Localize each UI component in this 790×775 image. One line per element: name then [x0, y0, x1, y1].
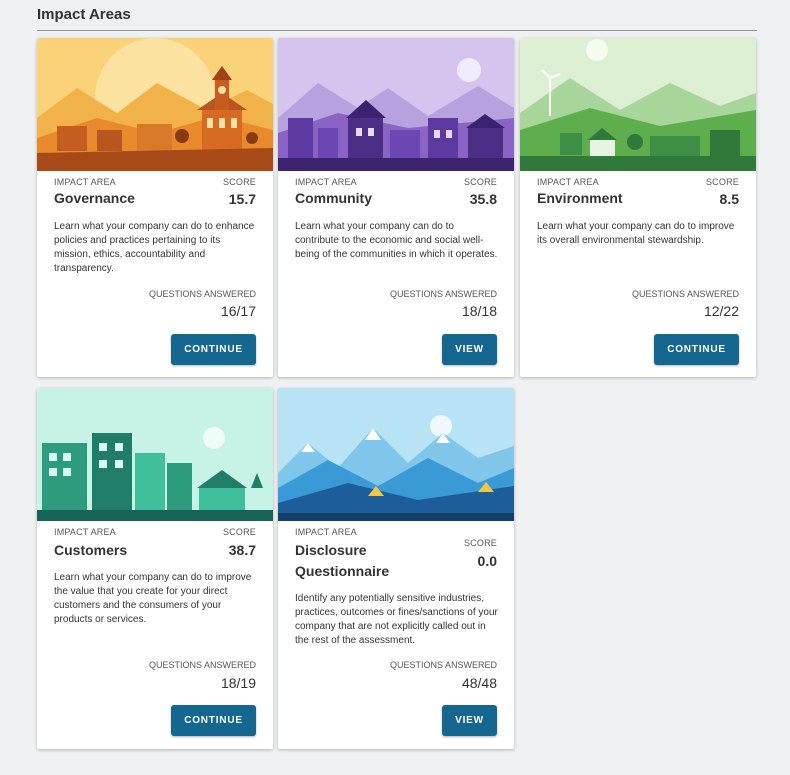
score-value: 35.8 [469, 191, 497, 207]
impact-area-label: IMPACT AREA [537, 177, 599, 187]
town-hall-illustration [37, 38, 273, 171]
impact-card-community: IMPACT AREA SCORE Community 35.8 Learn w… [278, 38, 514, 377]
impact-area-description: Learn what your company can do to contri… [295, 221, 498, 260]
impact-area-label: IMPACT AREA [295, 527, 357, 537]
impact-area-description: Learn what your company can do to enhanc… [54, 221, 255, 274]
impact-area-name: Community [295, 190, 372, 206]
green-hills-illustration [520, 38, 756, 171]
impact-area-label: IMPACT AREA [54, 177, 116, 187]
impact-area-label: IMPACT AREA [295, 177, 357, 187]
impact-card-environment: IMPACT AREA SCORE Environment 8.5 Learn … [520, 38, 756, 377]
impact-area-name: Environment [537, 190, 623, 206]
impact-card-customers: IMPACT AREA SCORE Customers 38.7 Learn w… [37, 388, 273, 749]
questions-answered-value: 48/48 [461, 675, 497, 691]
view-button[interactable]: VIEW [442, 334, 497, 365]
score-value: 0.0 [477, 553, 497, 569]
impact-card-disclosure-questionnaire: IMPACT AREA SCORE Disclosure Questionnai… [278, 388, 514, 749]
impact-area-description: Identify any potentially sensitive indus… [295, 593, 498, 646]
questions-answered-value: 16/17 [220, 303, 256, 319]
impact-area-description: Learn what your company can do to improv… [54, 572, 252, 625]
questions-answered-value: 18/19 [220, 675, 256, 691]
questions-answered-label: QUESTIONS ANSWERED [148, 660, 256, 670]
title-divider [37, 30, 757, 31]
score-label: SCORE [222, 177, 256, 187]
score-value: 15.7 [228, 191, 256, 207]
continue-button[interactable]: CONTINUE [654, 334, 739, 365]
score-label: SCORE [222, 527, 256, 537]
mountains-illustration [278, 388, 514, 521]
score-label: SCORE [463, 538, 497, 548]
city-street-illustration [37, 388, 273, 521]
score-value: 8.5 [719, 191, 739, 207]
impact-area-name: Governance [54, 190, 135, 206]
questions-answered-label: QUESTIONS ANSWERED [389, 289, 497, 299]
village-illustration [278, 38, 514, 171]
continue-button[interactable]: CONTINUE [171, 334, 256, 365]
impact-area-description: Learn what your company can do to improv… [537, 221, 735, 246]
score-value: 38.7 [228, 542, 256, 558]
questions-answered-label: QUESTIONS ANSWERED [148, 289, 256, 299]
impact-area-name: Disclosure Questionnaire [295, 542, 390, 579]
impact-area-name: Customers [54, 542, 128, 558]
questions-answered-value: 18/18 [461, 303, 497, 319]
questions-answered-value: 12/22 [703, 303, 739, 319]
score-label: SCORE [705, 177, 739, 187]
questions-answered-label: QUESTIONS ANSWERED [631, 289, 739, 299]
continue-button[interactable]: CONTINUE [171, 705, 256, 736]
impact-card-governance: IMPACT AREA SCORE Governance 15.7 Learn … [37, 38, 273, 377]
view-button[interactable]: VIEW [442, 705, 497, 736]
score-label: SCORE [463, 177, 497, 187]
questions-answered-label: QUESTIONS ANSWERED [389, 660, 497, 670]
page-title: Impact Areas [37, 6, 131, 23]
impact-area-label: IMPACT AREA [54, 527, 116, 537]
